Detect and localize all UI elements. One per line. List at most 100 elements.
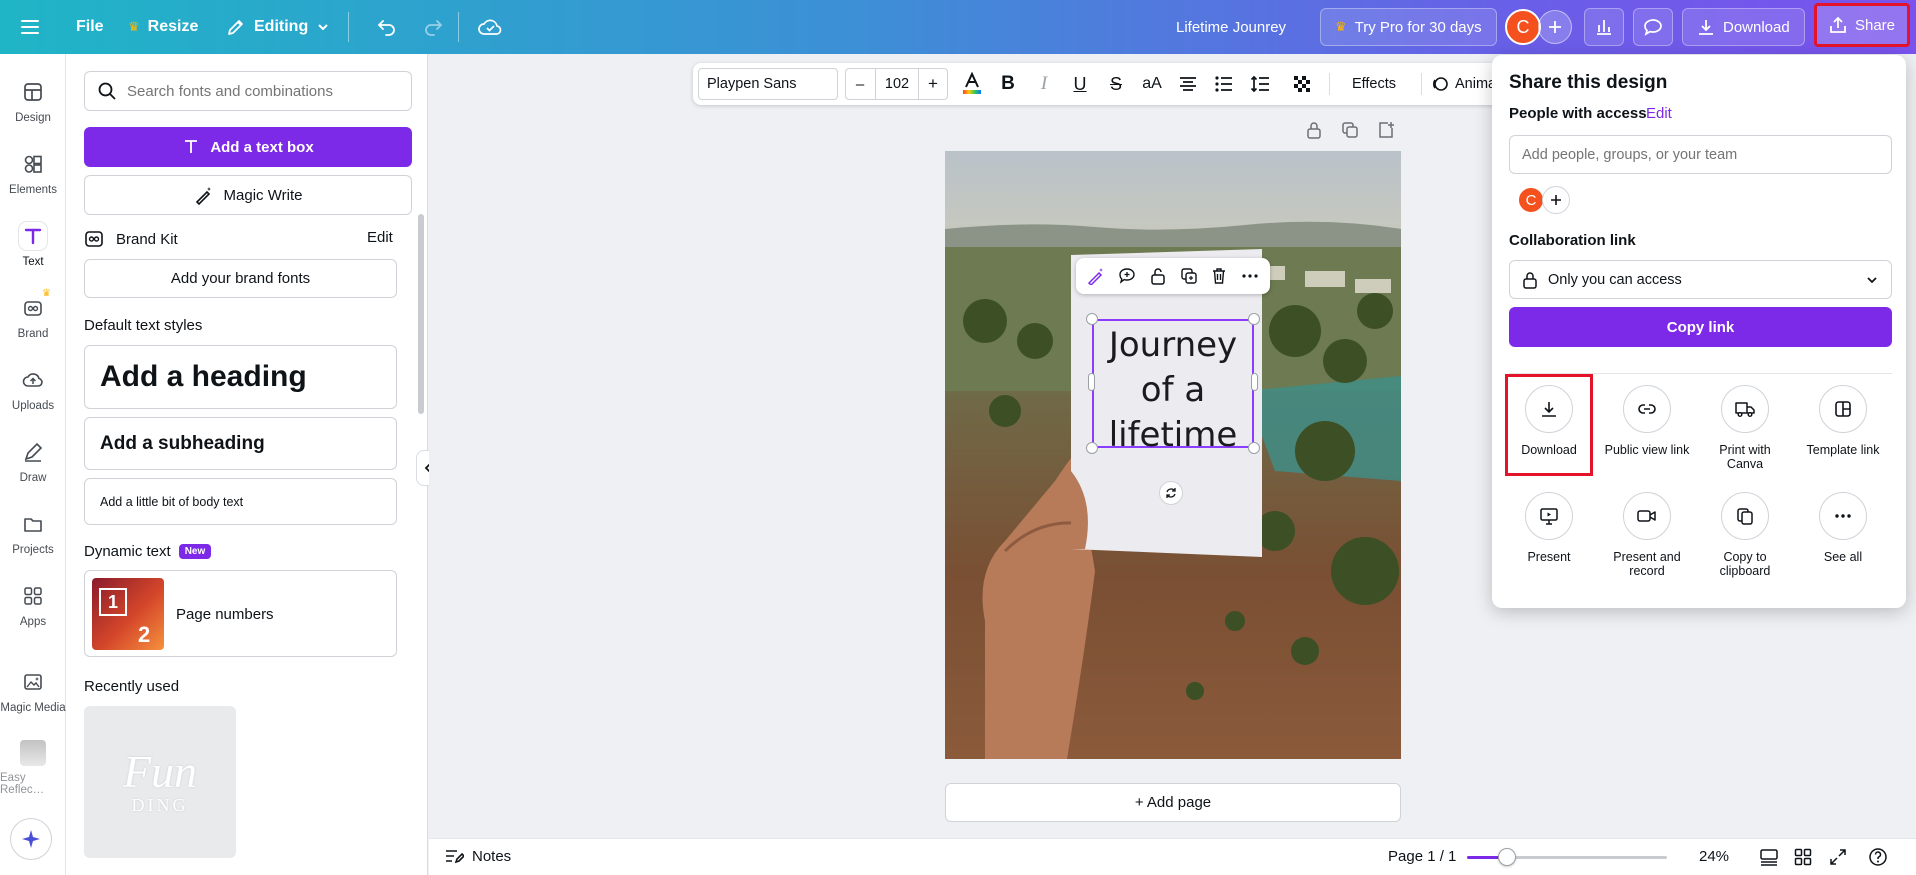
file-menu[interactable]: File	[66, 8, 114, 46]
access-level-dropdown[interactable]: Only you can access	[1509, 260, 1892, 299]
share-option-present-and-record[interactable]: Present and record	[1598, 492, 1696, 578]
copy-link-button[interactable]: Copy link	[1509, 307, 1892, 347]
selected-text-box[interactable]: Journey of a lifetime	[1092, 319, 1254, 455]
insights-button[interactable]	[1584, 8, 1624, 46]
page-view-button[interactable]	[1759, 848, 1779, 866]
add-heading-button[interactable]: Add a heading	[84, 345, 397, 409]
resize-handle-left[interactable]	[1088, 373, 1095, 391]
letter-case-button[interactable]: aA	[1135, 63, 1169, 105]
page-indicator[interactable]: Page 1 / 1	[1388, 848, 1456, 865]
alignment-button[interactable]	[1171, 63, 1205, 105]
delete-element-button[interactable]	[1211, 267, 1227, 285]
add-text-box-button[interactable]: Add a text box	[84, 127, 412, 167]
brand-kit-edit-link[interactable]: Edit	[367, 229, 393, 246]
editing-mode-dropdown[interactable]: Editing	[216, 8, 340, 46]
underline-button[interactable]: U	[1063, 63, 1097, 105]
pages-view-icon	[1760, 849, 1778, 866]
recent-text-thumbnail[interactable]: Fun DING	[84, 706, 236, 858]
rail-item-brand[interactable]: ♛ Brand	[0, 288, 66, 340]
rail-item-draw[interactable]: Draw	[0, 438, 66, 484]
add-page-icon-button[interactable]	[1377, 121, 1399, 143]
panel-scrollbar[interactable]	[418, 214, 424, 414]
rail-item-projects[interactable]: Projects	[0, 510, 66, 556]
spacing-button[interactable]	[1243, 63, 1277, 105]
resize-handle-br[interactable]	[1248, 442, 1260, 454]
decrease-font-size-button[interactable]: –	[846, 63, 874, 105]
transparency-button[interactable]	[1285, 63, 1319, 105]
undo-button[interactable]	[366, 8, 408, 46]
share-option-template-link[interactable]: Template link	[1794, 385, 1892, 457]
add-brand-fonts-button[interactable]: Add your brand fonts	[84, 259, 397, 298]
magic-pen-icon	[195, 187, 211, 205]
font-size-input[interactable]: 102	[875, 68, 919, 100]
share-option-print-with-canva[interactable]: Print with Canva	[1696, 385, 1794, 471]
animate-icon	[1432, 77, 1448, 91]
add-comment-button[interactable]	[1118, 267, 1136, 285]
rail-item-elements[interactable]: Elements	[0, 150, 66, 196]
rail-item-design[interactable]: Design	[0, 78, 66, 124]
share-option-public-view-link[interactable]: Public view link	[1598, 385, 1696, 457]
resize-handle-right[interactable]	[1251, 373, 1258, 391]
search-fonts-input[interactable]	[127, 82, 397, 100]
help-button[interactable]	[1868, 847, 1888, 867]
brand-icon: ♛	[19, 288, 51, 322]
page-numbers-card[interactable]: 1 2 Page numbers	[84, 570, 397, 657]
top-bar: File ♛ Resize Editing Lifetime Jounrey ♛…	[0, 0, 1916, 54]
share-option-download[interactable]: Download	[1505, 374, 1593, 476]
font-family-dropdown[interactable]: Playpen Sans	[698, 68, 838, 100]
rail-item-text[interactable]: Text	[0, 222, 66, 268]
edit-access-link[interactable]: Edit	[1646, 105, 1672, 122]
magic-edit-button[interactable]	[1087, 267, 1105, 285]
zoom-slider-thumb[interactable]	[1498, 848, 1516, 866]
lock-element-button[interactable]	[1150, 267, 1166, 285]
rail-item-uploads[interactable]: Uploads	[0, 366, 66, 412]
lock-page-button[interactable]	[1305, 121, 1327, 143]
add-collaborator-small-button[interactable]	[1542, 186, 1570, 214]
resize-handle-bl[interactable]	[1086, 442, 1098, 454]
share-option-copy-to-clipboard[interactable]: Copy to clipboard	[1696, 492, 1794, 578]
grid-view-button[interactable]	[1794, 848, 1812, 866]
increase-font-size-button[interactable]: +	[919, 63, 947, 105]
search-fonts-field[interactable]	[84, 71, 412, 111]
resize-handle-tr[interactable]	[1248, 313, 1260, 325]
add-subheading-button[interactable]: Add a subheading	[84, 417, 397, 470]
duplicate-page-button[interactable]	[1341, 121, 1363, 143]
add-page-button[interactable]: + Add page	[945, 783, 1401, 822]
download-button[interactable]: Download	[1682, 8, 1805, 46]
strikethrough-button[interactable]: S	[1099, 63, 1133, 105]
add-people-input[interactable]	[1522, 146, 1882, 163]
fullscreen-button[interactable]	[1829, 848, 1847, 866]
resize-handle-tl[interactable]	[1086, 313, 1098, 325]
rail-item-easy-reflection[interactable]: Easy Reflec…	[0, 740, 66, 796]
more-options-button[interactable]	[1241, 267, 1259, 285]
user-avatar[interactable]: C	[1505, 9, 1541, 45]
redo-button[interactable]	[412, 8, 454, 46]
magic-write-button[interactable]: Magic Write	[84, 175, 412, 215]
share-option-see-all[interactable]: See all	[1794, 492, 1892, 564]
menu-button[interactable]	[12, 8, 48, 46]
try-pro-button[interactable]: ♛ Try Pro for 30 days	[1320, 8, 1497, 46]
effects-button[interactable]: Effects	[1338, 63, 1410, 105]
duplicate-element-button[interactable]	[1180, 267, 1198, 285]
bold-button[interactable]: B	[991, 63, 1025, 105]
canvas-text[interactable]: Journey of a lifetime	[1094, 323, 1252, 458]
design-page[interactable]: Journey of a lifetime	[945, 151, 1401, 759]
add-body-text-button[interactable]: Add a little bit of body text	[84, 478, 397, 525]
zoom-level[interactable]: 24%	[1694, 848, 1734, 865]
add-people-field[interactable]	[1509, 135, 1892, 174]
notes-button[interactable]: Notes	[444, 847, 511, 865]
share-button[interactable]: Share	[1814, 3, 1910, 47]
rotate-handle[interactable]	[1159, 481, 1183, 505]
comments-button[interactable]	[1633, 8, 1673, 46]
design-title[interactable]: Lifetime Jounrey	[1166, 8, 1296, 46]
magic-assistant-button[interactable]	[10, 818, 52, 860]
share-option-present[interactable]: Present	[1500, 492, 1598, 564]
resize-button[interactable]: ♛ Resize	[118, 8, 208, 46]
rail-item-apps[interactable]: Apps	[0, 582, 66, 628]
italic-button[interactable]: I	[1027, 63, 1061, 105]
text-color-button[interactable]	[955, 63, 989, 105]
list-button[interactable]	[1207, 63, 1241, 105]
add-collaborator-button[interactable]	[1538, 10, 1572, 44]
rail-item-magic-media[interactable]: Magic Media	[0, 668, 66, 714]
cloud-save-button[interactable]	[468, 8, 512, 46]
